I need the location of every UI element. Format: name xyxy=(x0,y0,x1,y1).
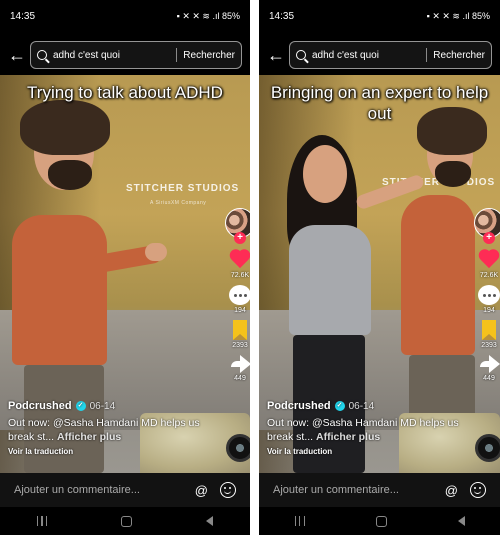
share-icon[interactable] xyxy=(478,355,500,373)
comment-icon[interactable] xyxy=(478,285,500,305)
man-hair xyxy=(20,100,110,155)
comment-button[interactable]: 194 xyxy=(229,285,250,314)
heart-icon[interactable] xyxy=(478,250,500,270)
search-row: ← adhd c'est quoi Rechercher xyxy=(0,40,250,70)
mention-icon[interactable]: @ xyxy=(445,483,458,498)
emoji-icon[interactable] xyxy=(470,482,486,498)
see-more-link[interactable]: Afficher plus xyxy=(57,431,121,443)
author-name[interactable]: Podcrushed xyxy=(8,400,72,412)
home-icon[interactable] xyxy=(121,515,132,527)
status-bar: 14:35 ▪ ✕ ✕ ≋ .ıl 85% xyxy=(0,0,250,32)
search-row: ← adhd c'est quoi Rechercher xyxy=(259,40,500,70)
recent-apps-icon[interactable] xyxy=(37,516,47,526)
status-time: 14:35 xyxy=(269,10,295,22)
translate-link[interactable]: Voir la traduction xyxy=(267,447,467,456)
man-shirt xyxy=(12,215,107,365)
share-icon[interactable] xyxy=(229,355,250,373)
woman-face xyxy=(303,145,347,203)
man-beard xyxy=(435,161,471,187)
man-shirt xyxy=(401,195,475,355)
back-arrow-icon[interactable]: ← xyxy=(267,45,289,66)
search-divider xyxy=(176,48,178,62)
video-description: Out now: @Sasha Hamdani MD helps us brea… xyxy=(8,416,208,444)
man-beard xyxy=(48,160,92,190)
system-nav-bar xyxy=(0,507,250,535)
status-icons: ▪ ✕ ✕ ≋ .ıl 85% xyxy=(176,10,240,21)
save-button[interactable]: 2393 xyxy=(232,320,248,349)
search-divider xyxy=(426,48,428,62)
woman-shirt xyxy=(289,225,371,335)
bookmark-icon[interactable] xyxy=(481,320,496,340)
music-disc-icon[interactable] xyxy=(475,434,500,462)
emoji-icon[interactable] xyxy=(220,482,236,498)
author-row: Podcrushed ✓ 06-14 xyxy=(8,400,208,412)
author-row: Podcrushed ✓ 06-14 xyxy=(267,400,467,412)
comment-count: 194 xyxy=(234,307,246,314)
creator-avatar[interactable]: + xyxy=(225,208,250,244)
save-button[interactable]: 2393 xyxy=(481,320,497,349)
search-submit-button[interactable]: Rechercher xyxy=(433,50,485,61)
video-pane-right: STITCHER STUDIOS 14:35 ▪ ✕ ✕ ≋ .ıl 85% ←… xyxy=(259,0,500,535)
video-info: Podcrushed ✓ 06-14 Out now: @Sasha Hamda… xyxy=(8,400,208,456)
like-count: 72.6K xyxy=(230,272,250,279)
home-icon[interactable] xyxy=(375,515,387,527)
comment-input[interactable]: Ajouter un commentaire... xyxy=(14,484,195,496)
follow-plus-icon[interactable]: + xyxy=(483,232,495,244)
man-hand xyxy=(145,243,167,261)
system-nav-bar xyxy=(259,507,500,535)
video-info: Podcrushed ✓ 06-14 Out now: @Sasha Hamda… xyxy=(267,400,467,456)
comment-button[interactable]: 194 xyxy=(478,285,500,314)
post-date: 06-14 xyxy=(89,400,116,412)
follow-plus-icon[interactable]: + xyxy=(234,232,246,244)
author-name[interactable]: Podcrushed xyxy=(267,400,331,412)
save-count: 2393 xyxy=(481,342,497,349)
translate-link[interactable]: Voir la traduction xyxy=(8,447,208,456)
search-query: adhd c'est quoi xyxy=(312,49,379,61)
like-count: 72.6K xyxy=(479,272,499,279)
search-submit-button[interactable]: Rechercher xyxy=(183,50,235,61)
share-button[interactable]: 449 xyxy=(229,355,250,382)
action-rail: + 72.6K 194 2393 449 xyxy=(222,208,250,388)
back-nav-icon[interactable] xyxy=(457,516,465,526)
comment-count: 194 xyxy=(483,307,495,314)
studio-sign-sub: A SiriusXM Company xyxy=(150,200,207,206)
status-bar: 14:35 ▪ ✕ ✕ ≋ .ıl 85% xyxy=(259,0,500,32)
creator-avatar[interactable]: + xyxy=(474,208,500,244)
search-input[interactable]: adhd c'est quoi Rechercher xyxy=(30,41,242,69)
action-rail: + 72.6K 194 2393 449 xyxy=(471,208,500,388)
search-query: adhd c'est quoi xyxy=(53,49,120,61)
verified-icon: ✓ xyxy=(334,401,345,411)
see-more-link[interactable]: Afficher plus xyxy=(316,431,380,443)
video-pane-left: STITCHER STUDIOS A SiriusXM Company 14:3… xyxy=(0,0,250,535)
search-input[interactable]: adhd c'est quoi Rechercher xyxy=(289,41,492,69)
video-caption: Bringing on an expert to help out xyxy=(270,83,489,123)
video-caption: Trying to talk about ADHD xyxy=(27,83,223,102)
comment-bar[interactable]: Ajouter un commentaire... @ xyxy=(259,473,500,507)
back-arrow-icon[interactable]: ← xyxy=(8,45,30,66)
comment-bar[interactable]: Ajouter un commentaire... @ xyxy=(0,473,250,507)
back-nav-icon[interactable] xyxy=(206,516,213,526)
verified-icon: ✓ xyxy=(75,401,86,411)
like-button[interactable]: 72.6K xyxy=(229,250,250,279)
share-count: 449 xyxy=(234,375,246,382)
bookmark-icon[interactable] xyxy=(232,320,247,340)
status-time: 14:35 xyxy=(10,10,36,22)
search-icon xyxy=(296,50,306,60)
video-description: Out now: @Sasha Hamdani MD helps us brea… xyxy=(267,416,467,444)
pane-gap xyxy=(250,0,259,535)
comment-icon[interactable] xyxy=(229,285,250,305)
search-icon xyxy=(37,50,47,60)
music-disc-icon[interactable] xyxy=(226,434,250,462)
comment-input[interactable]: Ajouter un commentaire... xyxy=(273,484,445,496)
studio-sign: STITCHER STUDIOS xyxy=(126,183,240,194)
recent-apps-icon[interactable] xyxy=(294,516,305,526)
heart-icon[interactable] xyxy=(229,250,250,270)
save-count: 2393 xyxy=(232,342,248,349)
share-button[interactable]: 449 xyxy=(478,355,500,382)
like-button[interactable]: 72.6K xyxy=(478,250,500,279)
share-count: 449 xyxy=(483,375,495,382)
status-icons: ▪ ✕ ✕ ≋ .ıl 85% xyxy=(426,10,490,21)
mention-icon[interactable]: @ xyxy=(195,483,208,498)
post-date: 06-14 xyxy=(348,400,375,412)
